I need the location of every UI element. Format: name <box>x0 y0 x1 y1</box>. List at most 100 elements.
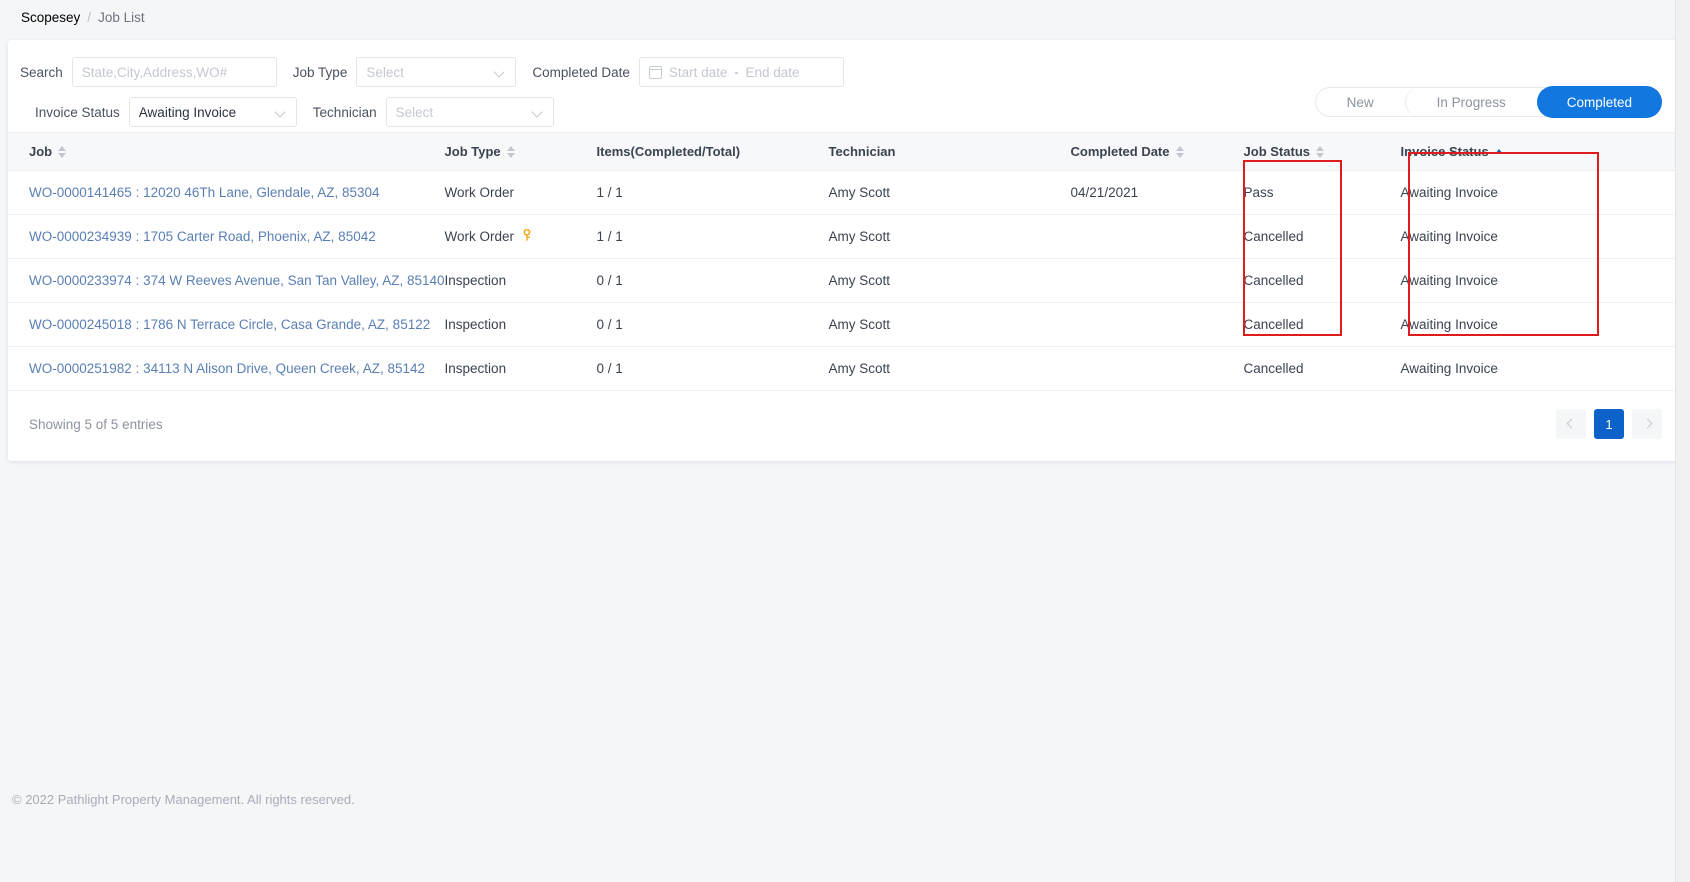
technician-value: Select <box>395 104 434 120</box>
completed-date-range[interactable]: Start date - End date <box>638 57 844 87</box>
invoice-status-value: Awaiting Invoice <box>1400 229 1498 244</box>
breadcrumb-current: Job List <box>98 9 145 25</box>
job-link[interactable]: WO-0000234939 : 1705 Carter Road, Phoeni… <box>29 229 376 244</box>
invoice-status-label: Invoice Status <box>35 104 120 120</box>
invoice-status-value: Awaiting Invoice <box>1400 185 1498 200</box>
col-invoice-status-label: Invoice Status <box>1400 144 1489 159</box>
job-link[interactable]: WO-0000141465 : 12020 46Th Lane, Glendal… <box>29 185 380 200</box>
items-value: 0 / 1 <box>596 273 623 288</box>
technician-value: Amy Scott <box>828 273 891 288</box>
page-footer-copyright: © 2022 Pathlight Property Management. Al… <box>12 792 355 807</box>
col-job-status-label: Job Status <box>1243 144 1310 159</box>
job-table-body: WO-0000141465 : 12020 46Th Lane, Glendal… <box>8 170 1682 391</box>
job-type-value: Inspection <box>444 273 507 288</box>
col-job-label: Job <box>29 144 53 159</box>
table-row: WO-0000245018 : 1786 N Terrace Circle, C… <box>8 302 1682 347</box>
job-status-value: Cancelled <box>1243 361 1304 376</box>
items-value: 0 / 1 <box>596 317 623 332</box>
calendar-icon <box>648 65 662 79</box>
chevron-left-icon <box>1567 420 1575 428</box>
end-date-placeholder: End date <box>745 64 800 80</box>
status-tab-group: New In Progress Completed <box>1314 86 1662 118</box>
job-type-value: Inspection <box>444 317 507 332</box>
job-type-value: Inspection <box>444 361 507 376</box>
date-range-separator: - <box>734 65 739 79</box>
job-type-value: Select <box>366 64 404 80</box>
col-job-type[interactable]: Job Type <box>444 132 597 171</box>
filter-row-1: Search State,City,Address,WO# Job Type S… <box>20 52 1670 92</box>
col-items: Items(Completed/Total) <box>596 132 829 171</box>
pagination-prev-button[interactable] <box>1556 409 1586 439</box>
chevron-down-icon <box>276 107 287 118</box>
technician-value: Amy Scott <box>828 229 891 244</box>
breadcrumb-separator: / <box>87 9 92 25</box>
table-row: WO-0000141465 : 12020 46Th Lane, Glendal… <box>8 170 1682 215</box>
invoice-status-value: Awaiting Invoice <box>1400 273 1498 288</box>
job-status-value: Cancelled <box>1243 229 1304 244</box>
completed-date-value: 04/21/2021 <box>1070 185 1139 200</box>
technician-value: Amy Scott <box>828 185 891 200</box>
chevron-down-icon <box>495 67 506 78</box>
job-link[interactable]: WO-0000251982 : 34113 N Alison Drive, Qu… <box>29 361 425 376</box>
job-table-head: Job Job Type Items(Completed/Total) Tech… <box>8 132 1682 171</box>
technician-value: Amy Scott <box>828 317 891 332</box>
pagination-next-button[interactable] <box>1632 409 1662 439</box>
table-row: WO-0000234939 : 1705 Carter Road, Phoeni… <box>8 214 1682 259</box>
job-table: Job Job Type Items(Completed/Total) Tech… <box>8 132 1682 391</box>
job-type-label: Job Type <box>292 64 348 80</box>
invoice-status-select[interactable]: Awaiting Invoice <box>128 97 297 127</box>
tab-in-progress[interactable]: In Progress <box>1404 87 1537 117</box>
table-row: WO-0000251982 : 34113 N Alison Drive, Qu… <box>8 346 1682 391</box>
job-link[interactable]: WO-0000245018 : 1786 N Terrace Circle, C… <box>29 317 430 332</box>
filter-bar: Search State,City,Address,WO# Job Type S… <box>8 40 1682 132</box>
col-job-type-label: Job Type <box>444 144 501 159</box>
invoice-status-value: Awaiting Invoice <box>1400 361 1498 376</box>
search-input[interactable]: State,City,Address,WO# <box>71 57 277 87</box>
invoice-status-value: Awaiting Invoice <box>1400 317 1498 332</box>
invoice-status-value: Awaiting Invoice <box>138 104 237 120</box>
table-header-row: Job Job Type Items(Completed/Total) Tech… <box>8 132 1682 171</box>
breadcrumb: Scopesey / Job List <box>0 0 1690 34</box>
col-completed-date[interactable]: Completed Date <box>1070 132 1233 171</box>
job-type-value: Work Order <box>444 229 515 244</box>
job-type-select[interactable]: Select <box>356 57 517 87</box>
col-job[interactable]: Job <box>8 132 445 171</box>
tab-new[interactable]: New <box>1316 87 1405 117</box>
breadcrumb-root[interactable]: Scopesey <box>21 10 80 25</box>
items-value: 0 / 1 <box>596 361 623 376</box>
job-status-value: Pass <box>1243 185 1274 200</box>
col-job-status[interactable]: Job Status <box>1232 132 1390 171</box>
sort-icon[interactable] <box>506 145 515 158</box>
job-link[interactable]: WO-0000233974 : 374 W Reeves Avenue, San… <box>29 273 445 288</box>
sort-icon[interactable] <box>58 145 67 158</box>
showing-entries-text: Showing 5 of 5 entries <box>29 416 163 432</box>
technician-value: Amy Scott <box>828 361 891 376</box>
items-value: 1 / 1 <box>596 185 623 200</box>
col-technician: Technician <box>828 132 1071 171</box>
technician-select[interactable]: Select <box>385 97 554 127</box>
search-placeholder: State,City,Address,WO# <box>81 64 228 80</box>
chevron-down-icon <box>533 107 544 118</box>
col-technician-label: Technician <box>828 144 896 159</box>
page-scrollbar[interactable] <box>1675 0 1690 882</box>
app-page: Scopesey / Job List Search State,City,Ad… <box>0 0 1690 882</box>
col-items-label: Items(Completed/Total) <box>596 144 741 159</box>
search-label: Search <box>20 64 63 80</box>
sort-icon[interactable] <box>1316 145 1324 158</box>
pagination: 1 <box>1556 409 1662 439</box>
job-status-value: Cancelled <box>1243 317 1304 332</box>
technician-label: Technician <box>312 104 377 120</box>
completed-date-label: Completed Date <box>532 64 630 80</box>
sort-icon[interactable] <box>1175 145 1184 158</box>
start-date-placeholder: Start date <box>668 64 728 80</box>
items-value: 1 / 1 <box>596 229 623 244</box>
pagination-page-1[interactable]: 1 <box>1594 409 1624 439</box>
key-icon <box>522 228 532 244</box>
job-type-value: Work Order <box>444 185 515 200</box>
col-invoice-status[interactable]: Invoice Status <box>1389 132 1682 171</box>
job-list-card: Search State,City,Address,WO# Job Type S… <box>8 40 1682 461</box>
tab-completed[interactable]: Completed <box>1536 86 1662 118</box>
sort-icon-active[interactable] <box>1494 149 1503 154</box>
table-footer: Showing 5 of 5 entries 1 <box>8 391 1682 439</box>
col-completed-date-label: Completed Date <box>1070 144 1170 159</box>
